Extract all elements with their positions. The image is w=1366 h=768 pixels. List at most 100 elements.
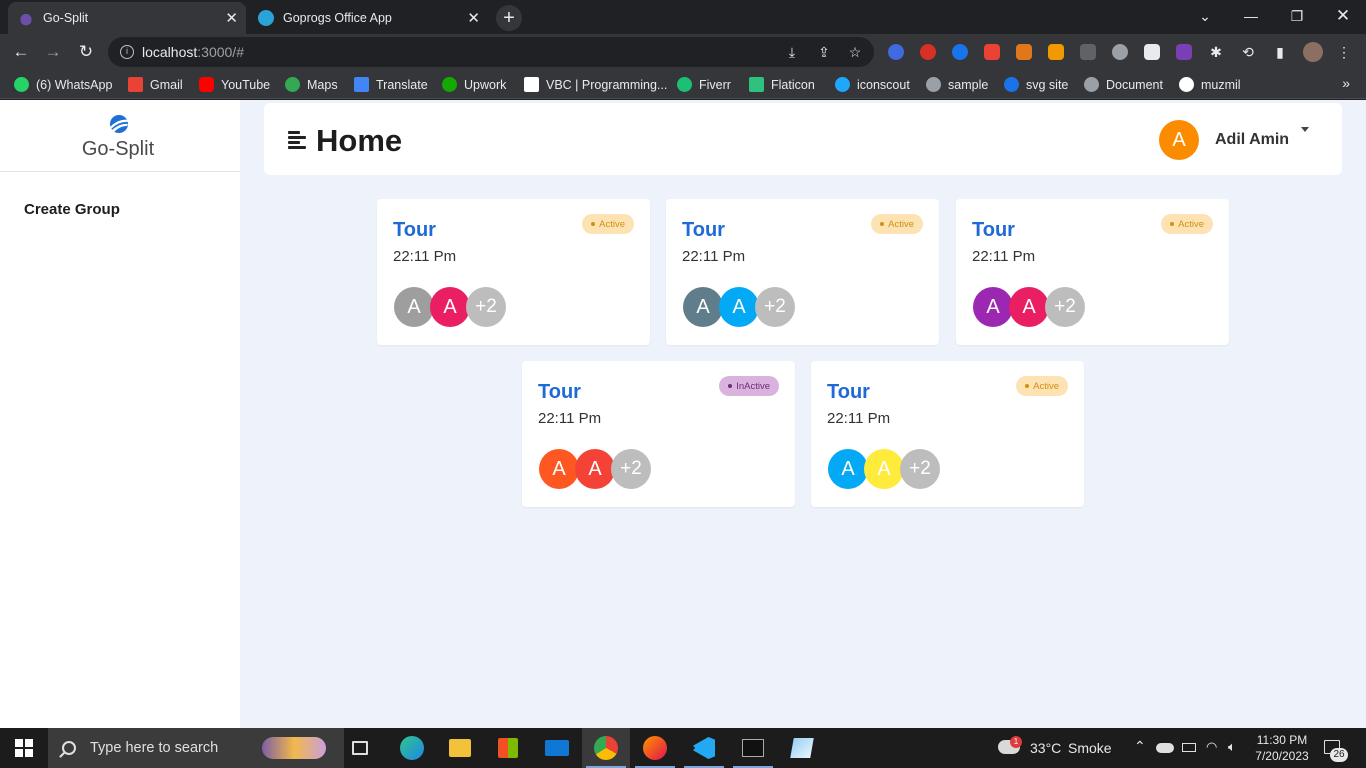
bookmark-iconscout[interactable]: iconscout — [835, 76, 910, 93]
profile-avatar[interactable] — [1303, 42, 1323, 62]
group-time: 22:11 Pm — [682, 248, 746, 265]
bookmark-muzmil[interactable]: muzmil — [1179, 76, 1241, 93]
side-panel-icon[interactable]: ▮ — [1272, 44, 1288, 60]
more-members-avatar: +2 — [900, 449, 940, 489]
group-title[interactable]: Tour — [538, 381, 581, 404]
weather-condition[interactable]: Smoke — [1068, 740, 1112, 756]
install-app-icon[interactable]: ⤓ — [784, 44, 800, 60]
browser-tab-strip: Go-Split ✕ Goprogs Office App ✕ + ⌄ — ❐ … — [0, 0, 1366, 34]
group-title[interactable]: Tour — [827, 381, 870, 404]
more-members-avatar: +2 — [466, 287, 506, 327]
metamask-icon[interactable] — [1016, 44, 1032, 60]
bookmark-youtube[interactable]: YouTube — [199, 76, 270, 93]
extension-icon[interactable] — [1176, 44, 1192, 60]
close-window-button[interactable]: ✕ — [1320, 0, 1366, 32]
go-split-favicon-icon — [18, 10, 34, 26]
bookmark-svg-site[interactable]: svg site — [1004, 76, 1068, 93]
volume-icon[interactable]: 🔈︎ — [1228, 739, 1236, 755]
bookmark-translate[interactable]: Translate — [354, 76, 428, 93]
weather-temp[interactable]: 33°C — [1030, 740, 1061, 756]
notepad-icon[interactable] — [778, 728, 826, 768]
sidebar: Go-Split Create Group — [0, 100, 240, 728]
task-view-icon[interactable] — [336, 728, 384, 768]
bookmark-whatsapp[interactable]: (6) WhatsApp — [14, 76, 112, 93]
extension-icon[interactable] — [1048, 44, 1064, 60]
battery-icon[interactable] — [1182, 743, 1196, 752]
group-title[interactable]: Tour — [682, 219, 725, 242]
extension-icon[interactable] — [1112, 44, 1128, 60]
group-card[interactable]: Tour 22:11 Pm Active A A +2 — [956, 199, 1229, 345]
reload-button[interactable]: ↻ — [73, 39, 99, 65]
extensions-puzzle-icon[interactable]: ✱ — [1208, 44, 1224, 60]
taskbar-search-input[interactable]: Type here to search — [48, 728, 344, 768]
extension-icon[interactable] — [888, 44, 904, 60]
onedrive-icon[interactable] — [1156, 743, 1174, 753]
translate-icon — [354, 77, 369, 92]
group-card[interactable]: Tour 22:11 Pm Active A A +2 — [811, 361, 1084, 507]
group-card[interactable]: Tour 22:11 Pm Active A A +2 — [377, 199, 650, 345]
close-icon[interactable]: ✕ — [225, 9, 238, 27]
browser-tab-goprogs[interactable]: Goprogs Office App ✕ — [248, 2, 488, 34]
svg-site-icon — [1004, 77, 1019, 92]
bookmark-gmail[interactable]: Gmail — [128, 76, 183, 93]
terminal-icon[interactable] — [729, 728, 777, 768]
more-members-avatar: +2 — [611, 449, 651, 489]
maximize-button[interactable]: ❐ — [1274, 0, 1320, 32]
bookmark-sample[interactable]: sample — [926, 76, 988, 93]
edge-icon[interactable] — [388, 728, 436, 768]
goprogs-favicon-icon — [258, 10, 274, 26]
minimize-button[interactable]: — — [1228, 0, 1274, 32]
group-title[interactable]: Tour — [393, 219, 436, 242]
bookmark-fiverr[interactable]: Fiverr — [677, 76, 731, 93]
system-clock[interactable]: 11:30 PM 7/20/2023 — [1246, 732, 1318, 764]
group-title[interactable]: Tour — [972, 219, 1015, 242]
bookmark-maps[interactable]: Maps — [285, 76, 338, 93]
site-info-icon[interactable]: i — [120, 45, 134, 59]
start-button[interactable] — [0, 728, 48, 768]
extension-icon[interactable] — [1080, 44, 1096, 60]
bookmark-star-icon[interactable]: ☆ — [847, 44, 863, 60]
youtube-icon — [199, 77, 214, 92]
extension-icon[interactable] — [952, 44, 968, 60]
wifi-icon[interactable]: ◠ — [1206, 739, 1217, 755]
windows-logo-icon — [15, 739, 33, 757]
go-split-logo-icon — [110, 115, 129, 133]
bookmark-vbc[interactable]: VBC | Programming... — [524, 76, 667, 93]
avatar: A — [430, 287, 470, 327]
tab-search-chevron-icon[interactable]: ⌄ — [1182, 0, 1228, 32]
show-hidden-icons-icon[interactable]: ⌃ — [1134, 738, 1146, 755]
bookmark-upwork[interactable]: Upwork — [442, 76, 506, 93]
bookmark-flaticon[interactable]: Flaticon — [749, 76, 815, 93]
file-explorer-icon[interactable] — [436, 728, 484, 768]
firefox-icon[interactable] — [631, 728, 679, 768]
menu-toggle-icon[interactable] — [288, 131, 306, 149]
logo[interactable]: Go-Split — [0, 100, 240, 172]
address-bar[interactable]: i localhost:3000/# ⤓ ⇪ ☆ — [108, 37, 874, 67]
share-icon[interactable]: ⇪ — [816, 44, 832, 60]
clock-time: 11:30 PM — [1256, 733, 1308, 747]
sidebar-item-create-group[interactable]: Create Group — [24, 201, 120, 218]
new-tab-button[interactable]: + — [496, 5, 522, 31]
mail-icon[interactable] — [533, 728, 581, 768]
bookmark-document[interactable]: Document — [1084, 76, 1163, 93]
group-time: 22:11 Pm — [393, 248, 457, 265]
user-avatar[interactable]: A — [1159, 120, 1199, 160]
pen-icon[interactable] — [1144, 44, 1160, 60]
chrome-icon[interactable] — [582, 728, 630, 768]
extension-icon[interactable] — [984, 44, 1000, 60]
bookmarks-overflow-icon[interactable]: » — [1342, 75, 1350, 91]
microsoft-store-icon[interactable] — [484, 728, 532, 768]
back-button[interactable]: ← — [8, 39, 34, 65]
group-card[interactable]: Tour 22:11 Pm Active A A +2 — [666, 199, 939, 345]
vscode-icon[interactable] — [680, 728, 728, 768]
close-icon[interactable]: ✕ — [467, 9, 480, 27]
group-card[interactable]: Tour 22:11 Pm InActive A A +2 — [522, 361, 795, 507]
forward-button[interactable]: → — [40, 39, 66, 65]
sync-icon[interactable]: ⟲ — [1240, 44, 1256, 60]
more-menu-icon[interactable]: ⋮ — [1336, 44, 1352, 60]
weather-alert-badge: 1 — [1010, 736, 1022, 748]
chevron-down-icon[interactable] — [1301, 127, 1309, 132]
browser-tab-go-split[interactable]: Go-Split ✕ — [8, 2, 246, 34]
extension-icon[interactable] — [920, 44, 936, 60]
user-name[interactable]: Adil Amin — [1215, 131, 1289, 149]
